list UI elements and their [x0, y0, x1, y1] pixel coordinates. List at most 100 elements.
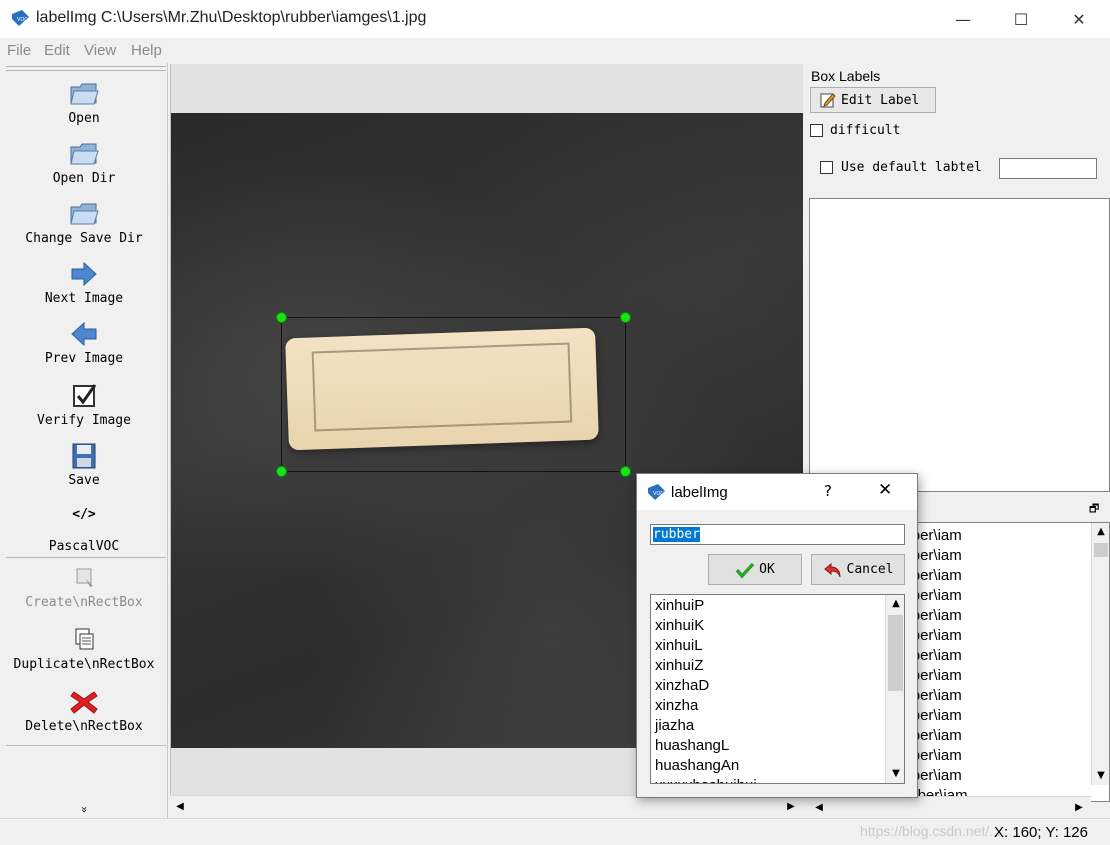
toolbar-separator	[6, 745, 166, 746]
create-rectbox-button[interactable]: Create\nRectBox	[2, 563, 166, 610]
close-button[interactable]: ✕	[1050, 0, 1108, 38]
verify-image-label: Verify Image	[37, 413, 131, 428]
prev-image-button[interactable]: Prev Image	[2, 319, 166, 366]
bounding-box[interactable]	[276, 312, 631, 477]
labelimg-logo-icon: VOC	[648, 484, 665, 500]
menu-help[interactable]: Help	[131, 42, 162, 59]
next-image-button[interactable]: Next Image	[2, 259, 166, 306]
format-label: PascalVOC	[48, 539, 120, 554]
open-dir-button[interactable]: Open Dir	[2, 139, 166, 186]
label-history-item[interactable]: huashangAn	[655, 757, 739, 777]
window-title: labelImg C:\Users\Mr.Zhu\Desktop\rubber\…	[36, 9, 427, 26]
title-bar: VOC labelImg C:\Users\Mr.Zhu\Desktop\rub…	[0, 0, 1110, 38]
scroll-down-icon[interactable]: ▼	[888, 765, 904, 781]
tool-bar: Open Open Dir Change Save Dir Next Image…	[2, 63, 168, 818]
scroll-left-icon[interactable]: ◀	[172, 798, 188, 814]
dialog-close-button[interactable]: ✕	[878, 480, 892, 500]
label-history-item[interactable]: xinzhaD	[655, 677, 709, 697]
toolbar-separator	[6, 557, 166, 558]
prev-image-label: Prev Image	[44, 351, 124, 366]
duplicate-rectbox-button[interactable]: Duplicate\nRectBox	[2, 625, 166, 672]
scrollbar-thumb[interactable]	[1094, 543, 1108, 557]
scrollbar-thumb[interactable]	[888, 615, 903, 691]
label-history-item[interactable]: xxxxxhashuihui	[655, 777, 757, 783]
verify-image-button[interactable]: Verify Image	[2, 381, 166, 428]
file-list-vscrollbar[interactable]: ▲ ▼	[1091, 523, 1109, 785]
create-box-icon	[76, 568, 93, 587]
difficult-checkbox[interactable]	[810, 124, 823, 137]
label-history-item[interactable]: xinhuiK	[655, 617, 704, 637]
label-history-item[interactable]: xinhuiP	[655, 597, 704, 617]
edit-label-button[interactable]: Edit Label	[810, 87, 936, 113]
floppy-disk-icon	[72, 443, 96, 469]
toolbar-extension-button[interactable]: »	[2, 801, 166, 817]
folder-open-icon	[70, 203, 99, 225]
use-default-label-checkbox[interactable]	[820, 161, 833, 174]
handle-top-right[interactable]	[620, 312, 631, 323]
scroll-up-icon[interactable]: ▲	[888, 595, 904, 611]
svg-text:VOC: VOC	[17, 17, 28, 23]
scroll-up-icon[interactable]: ▲	[1093, 523, 1109, 539]
delete-rectbox-button[interactable]: Delete\nRectBox	[2, 687, 166, 734]
label-history-item[interactable]: huashangL	[655, 737, 729, 757]
handle-bottom-left[interactable]	[276, 466, 287, 477]
toolbar-grip[interactable]	[6, 66, 166, 71]
svg-text:VOC: VOC	[653, 491, 664, 497]
scroll-down-icon[interactable]: ▼	[1093, 767, 1109, 783]
file-list-hscrollbar[interactable]: ◀ ▶	[809, 796, 1091, 816]
duplicate-icon	[75, 628, 94, 650]
dialog-title-bar: VOC labelImg ? ✕	[637, 474, 917, 510]
minimize-button[interactable]: —	[934, 0, 992, 38]
save-label: Save	[68, 473, 100, 488]
dock-float-icon[interactable]: 🗗	[1089, 500, 1103, 515]
scroll-left-icon[interactable]: ◀	[811, 799, 827, 815]
maximize-button[interactable]: ☐	[992, 0, 1050, 38]
change-save-dir-button[interactable]: Change Save Dir	[2, 199, 166, 246]
label-dialog: VOC labelImg ? ✕ rubber OK Cancel xxxxxh…	[636, 473, 918, 798]
help-icon[interactable]: ?	[824, 482, 832, 500]
canvas-horizontal-scrollbar[interactable]: ◀ ▶	[170, 795, 803, 815]
cancel-button[interactable]: Cancel	[811, 554, 905, 585]
arrow-right-icon	[71, 261, 97, 287]
label-history-list[interactable]: xxxxxhashuihuihuashangAnhuashangLjiazhax…	[650, 594, 905, 784]
ok-button[interactable]: OK	[708, 554, 802, 585]
menu-edit[interactable]: Edit	[44, 42, 70, 59]
code-brackets-icon: </>	[72, 507, 96, 522]
menu-view[interactable]: View	[84, 42, 116, 59]
next-image-label: Next Image	[44, 291, 124, 306]
check-icon	[735, 562, 755, 579]
label-list[interactable]	[809, 198, 1110, 492]
difficult-label: difficult	[830, 123, 901, 138]
cursor-coordinates: X: 160; Y: 126	[994, 824, 1088, 841]
open-label: Open	[68, 111, 100, 126]
undo-arrow-icon	[823, 562, 841, 577]
folder-open-icon	[70, 143, 99, 165]
duplicate-rectbox-label: Duplicate\nRectBox	[13, 657, 155, 672]
use-default-label-text: Use default labtel	[841, 160, 982, 175]
label-history-item[interactable]: xinzha	[655, 697, 698, 717]
label-history-item[interactable]: jiazha	[655, 717, 694, 737]
open-button[interactable]: Open	[2, 79, 166, 126]
chevron-double-down-icon: »	[77, 806, 91, 813]
checkbox-checked-icon	[73, 384, 97, 407]
box-labels-title: Box Labels	[811, 68, 881, 84]
label-history-vscrollbar[interactable]: ▲ ▼	[885, 595, 904, 783]
label-history-item[interactable]: xinhuiL	[655, 637, 703, 657]
dialog-title: labelImg	[671, 484, 728, 501]
create-rectbox-label: Create\nRectBox	[25, 595, 143, 610]
scroll-right-icon[interactable]: ▶	[783, 798, 799, 814]
menu-file[interactable]: File	[7, 42, 31, 59]
edit-label-text: Edit Label	[841, 92, 920, 108]
folder-open-icon	[70, 83, 99, 105]
labelimg-logo-icon: VOC	[12, 10, 29, 26]
default-label-input[interactable]	[999, 158, 1097, 179]
format-toggle-button[interactable]: </> PascalVOC	[2, 505, 166, 554]
label-history-item[interactable]: xinhuiZ	[655, 657, 703, 677]
handle-bottom-right[interactable]	[620, 466, 631, 477]
scroll-right-icon[interactable]: ▶	[1071, 799, 1087, 815]
delete-rectbox-label: Delete\nRectBox	[25, 719, 143, 734]
label-input[interactable]: rubber	[650, 524, 905, 545]
save-button[interactable]: Save	[2, 441, 166, 488]
handle-top-left[interactable]	[276, 312, 287, 323]
ok-label: OK	[759, 562, 775, 577]
